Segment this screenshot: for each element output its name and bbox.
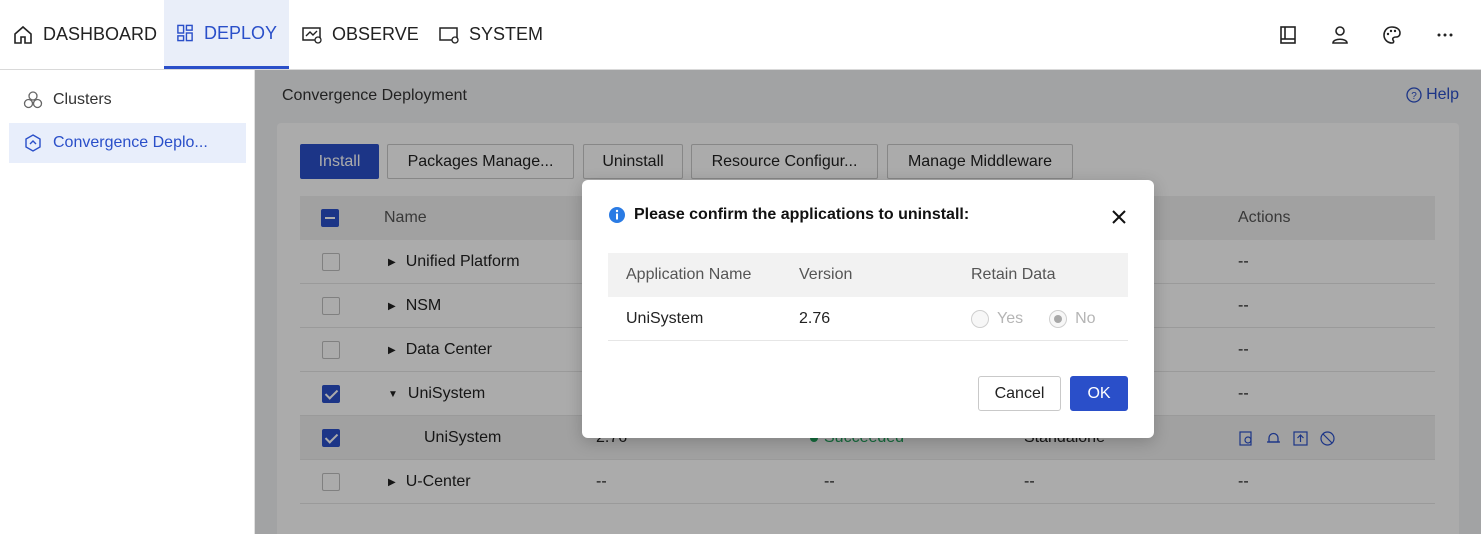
sidebar: Clusters Convergence Deplo...	[0, 70, 255, 534]
nav-dashboard[interactable]: DASHBOARD	[0, 0, 169, 69]
uninstall-confirm-dialog: Please confirm the applications to unins…	[582, 180, 1154, 438]
retain-no-radio[interactable]: No	[1049, 310, 1096, 328]
close-icon[interactable]	[1110, 208, 1128, 226]
header-application-name: Application Name	[626, 266, 752, 283]
dialog-table-row: UniSystem 2.76 Yes No	[608, 297, 1128, 341]
top-nav: DASHBOARD DEPLOY OBSERVE SYSTEM	[0, 0, 1481, 70]
retain-no-label: No	[1075, 310, 1096, 327]
clusters-icon	[23, 91, 43, 109]
nav-dashboard-label: DASHBOARD	[43, 24, 158, 44]
monitor-gear-icon	[439, 26, 459, 44]
sidebar-item-clusters[interactable]: Clusters	[9, 80, 246, 120]
ok-button[interactable]: OK	[1070, 376, 1128, 411]
more-icon[interactable]	[1432, 22, 1458, 48]
monitor-chart-icon	[302, 26, 322, 44]
grid-icon	[177, 24, 193, 42]
nav-deploy[interactable]: DEPLOY	[164, 0, 289, 69]
retain-yes-radio[interactable]: Yes	[971, 310, 1023, 328]
sidebar-item-convergence-deployment[interactable]: Convergence Deplo...	[9, 123, 246, 163]
nav-system[interactable]: SYSTEM	[426, 0, 555, 69]
sidebar-item-label: Convergence Deplo...	[53, 134, 208, 151]
nav-system-label: SYSTEM	[469, 24, 544, 44]
cancel-button[interactable]: Cancel	[978, 376, 1061, 411]
nav-observe[interactable]: OBSERVE	[289, 0, 431, 69]
info-icon	[609, 207, 625, 223]
row-version: 2.76	[799, 310, 831, 327]
sidebar-item-label: Clusters	[53, 91, 112, 108]
nav-observe-label: OBSERVE	[332, 24, 419, 44]
palette-icon[interactable]	[1379, 22, 1405, 48]
user-icon[interactable]	[1327, 22, 1353, 48]
header-version: Version	[799, 266, 853, 283]
row-app-name: UniSystem	[626, 310, 704, 327]
dialog-title-text: Please confirm the applications to unins…	[634, 206, 970, 223]
home-icon	[14, 25, 32, 44]
dialog-title: Please confirm the applications to unins…	[608, 206, 969, 224]
dialog-table-header: Application Name Version Retain Data	[608, 253, 1128, 297]
retain-yes-label: Yes	[997, 310, 1024, 327]
deploy-hex-icon	[25, 134, 41, 152]
header-retain-data: Retain Data	[971, 266, 1056, 283]
nav-deploy-label: DEPLOY	[203, 22, 277, 43]
book-icon[interactable]	[1275, 22, 1301, 48]
